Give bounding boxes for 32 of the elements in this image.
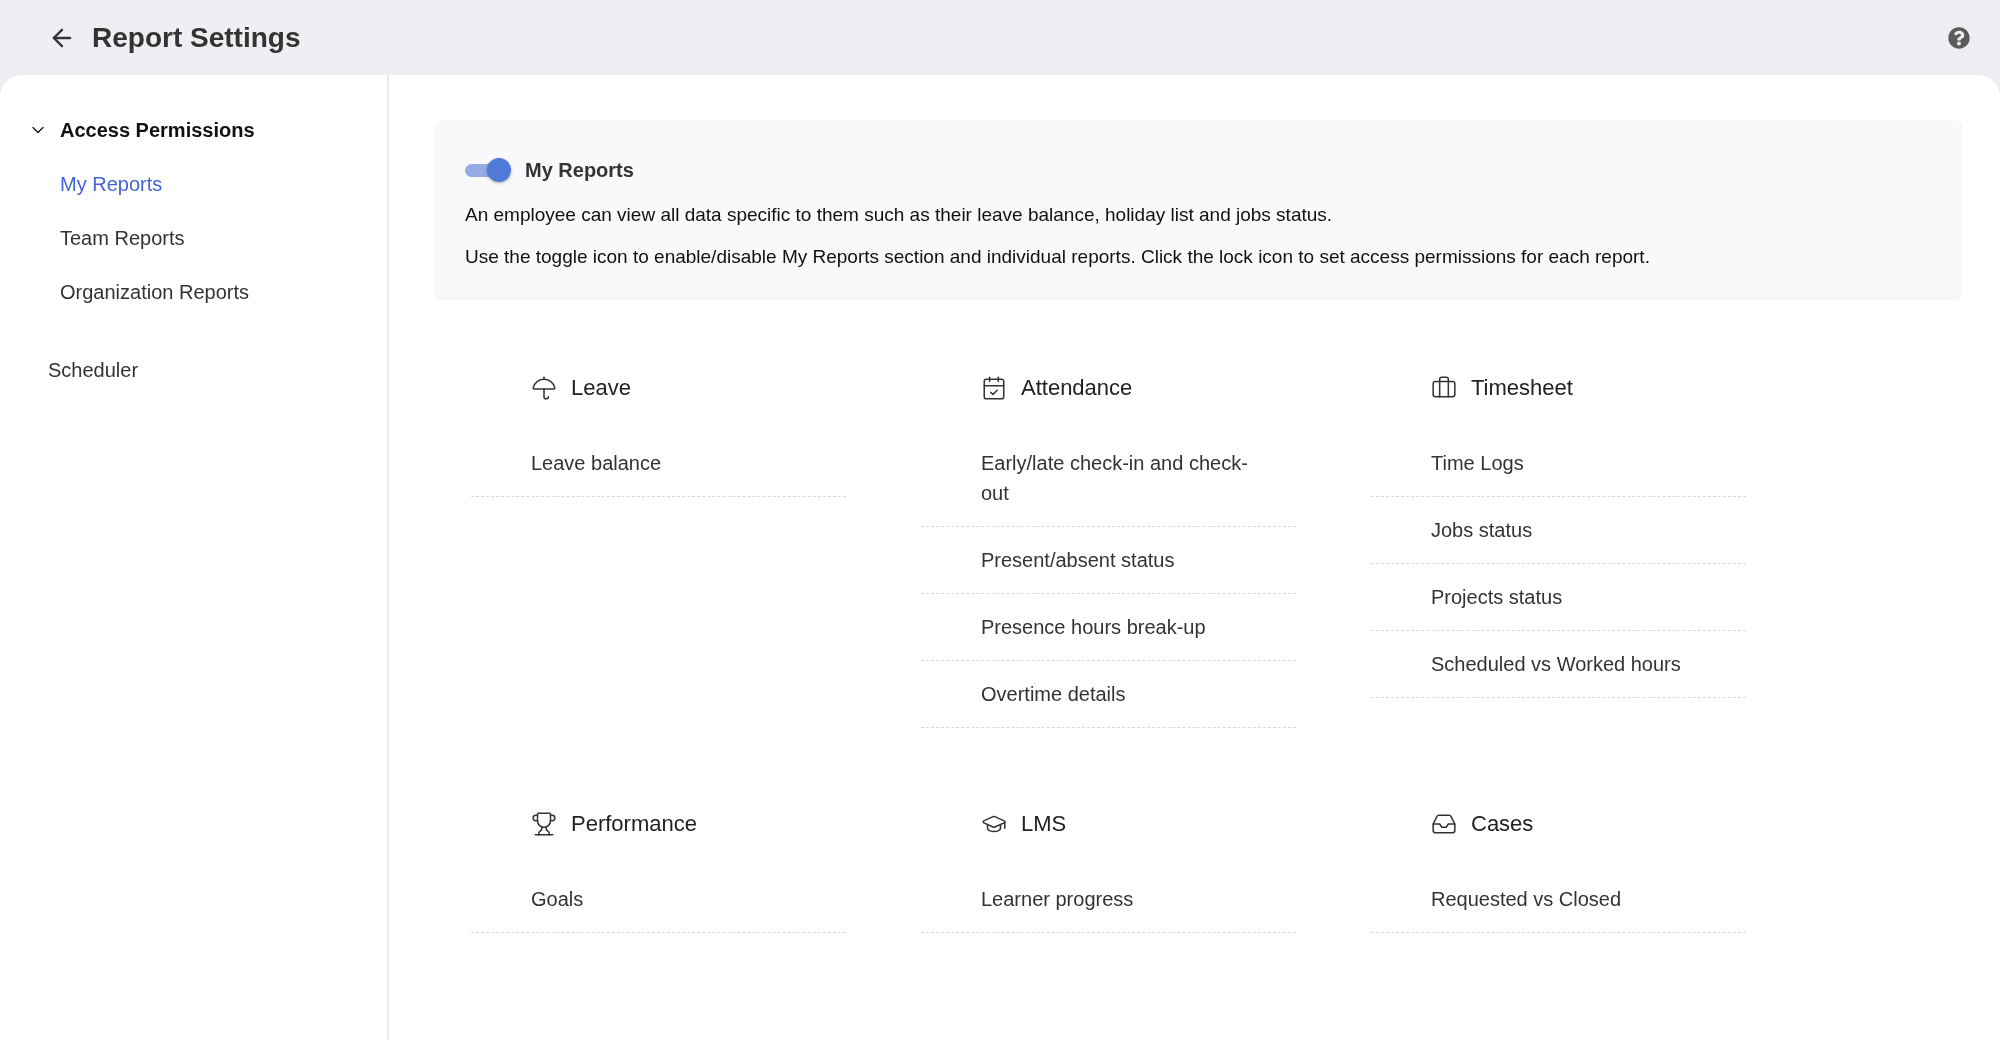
section-title: Performance [571,811,697,837]
help-icon[interactable] [1948,26,1970,49]
umbrella-icon [531,375,557,401]
card-title: My Reports [525,158,634,182]
calendar-check-icon [981,375,1007,401]
sidebar-item[interactable]: My Reports [0,169,163,199]
description-text: An employee can view all data specific to them such as their leave balance, holiday list and jobs status. [465,204,1334,226]
section-title: Timesheet [1471,375,1573,401]
report-item: Time Logs [1371,430,1746,497]
report-item: Learner progress [921,866,1296,933]
report-item: Scheduled vs Worked hours [1371,631,1746,698]
sidebar-item[interactable]: Scheduler [0,355,139,385]
sidebar-item[interactable]: Organization Reports [0,277,249,307]
report-item: Jobs status [1371,497,1746,564]
section-title: Attendance [1021,375,1133,401]
report-item: Requested vs Closed [1371,866,1746,933]
trophy-icon [531,811,557,837]
section-title: Leave [571,375,631,401]
section-title: Cases [1471,811,1534,837]
section-title: LMS [1021,811,1067,837]
report-item: Goals [471,866,846,933]
description-text: Use the toggle icon to enable/disable My Reports section and individual reports. Click the lock icon to set access permissions for each report. [465,246,1651,268]
page-title: Report Settings [92,21,302,54]
report-item: Early/late check-in and check-out [921,430,1296,527]
report-item: Projects status [1371,564,1746,631]
report-item: Presence hours break-up [921,594,1296,661]
sidebar-item[interactable]: Team Reports [0,223,185,253]
report-item: Overtime details [921,661,1296,728]
report-item: Leave balance [471,430,846,497]
toggle-switch[interactable] [465,158,511,182]
report-item: Present/absent status [921,527,1296,594]
sidebar-group-toggle[interactable]: Access Permissions [0,115,255,145]
